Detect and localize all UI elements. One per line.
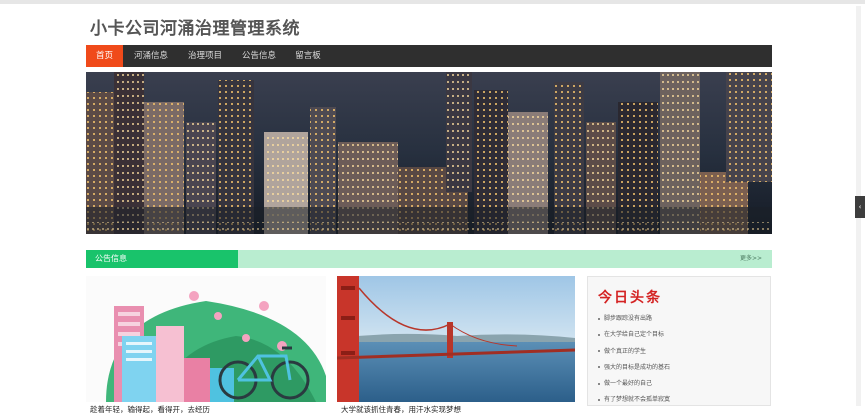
chevron-left-icon[interactable]: ‹ [855,196,865,218]
site-title: 小卡公司河涌治理管理系统 [90,19,300,39]
bullet-icon [598,366,600,369]
headline-list: 脚步跟踪没有出路 在大学给自己定个目标 做个真正的学生 强大的目标是成功的基石 … [598,311,670,409]
headline-item[interactable]: 做个真正的学生 [598,344,670,360]
headline-item[interactable]: 有了梦想就不会孤单寂寞 [598,392,670,408]
card-image-city-illustration[interactable] [86,276,326,402]
card-caption-2[interactable]: 大学就该抓住青春，用汗水实现梦想 [341,404,461,415]
bullet-icon [598,398,600,401]
card-image-golden-gate[interactable] [337,276,575,402]
announcement-section-bar: 公告信息 更多>> [86,250,772,268]
headline-item[interactable]: 强大的目标是成功的基石 [598,360,670,376]
nav-home[interactable]: 首页 [86,45,123,67]
headline-item[interactable]: 在大学给自己定个目标 [598,327,670,343]
nav-announcements[interactable]: 公告信息 [236,45,282,67]
nav-river-info[interactable]: 河涌信息 [128,45,174,67]
banner-city-skyline [86,72,772,234]
top-edge [0,0,865,4]
headline-title: 今日头条 [598,290,662,306]
section-title: 公告信息 [86,250,238,268]
bullet-icon [598,333,600,336]
bullet-icon [598,317,600,320]
bullet-icon [598,382,600,385]
headline-item[interactable]: 做一个最好的自己 [598,376,670,392]
nav-projects[interactable]: 治理项目 [182,45,228,67]
bullet-icon [598,350,600,353]
main-nav: 首页 河涌信息 治理项目 公告信息 留言板 [86,45,772,67]
nav-message-board[interactable]: 留言板 [290,45,326,67]
more-link[interactable]: 更多>> [740,250,762,268]
headline-item[interactable]: 脚步跟踪没有出路 [598,311,670,327]
headline-panel: 今日头条 脚步跟踪没有出路 在大学给自己定个目标 做个真正的学生 强大的目标是成… [587,276,771,406]
card-caption-1[interactable]: 趁着年轻，输得起，看得开，去经历 [90,404,210,415]
